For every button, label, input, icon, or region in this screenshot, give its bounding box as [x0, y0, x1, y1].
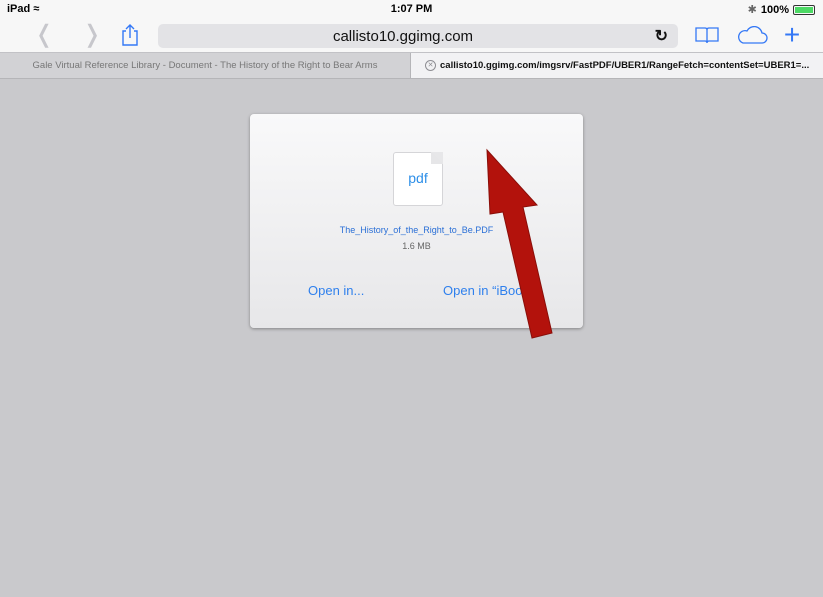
new-tab-button[interactable]: +: [780, 21, 804, 49]
share-icon: [122, 24, 138, 46]
clock: 1:07 PM: [390, 3, 433, 15]
url-text: callisto10.ggimg.com: [332, 28, 474, 45]
forward-button[interactable]: ❭: [82, 22, 102, 48]
browser-toolbar: ❬ ❭ callisto10.ggimg.com ↻ +: [0, 18, 823, 52]
share-button[interactable]: [118, 22, 142, 48]
battery-icon: [793, 4, 815, 15]
pdf-file-icon: pdf: [393, 152, 443, 206]
address-bar[interactable]: callisto10.ggimg.com ↻: [158, 24, 678, 48]
pdf-icon-label: pdf: [408, 170, 428, 186]
bluetooth-icon: ✱: [747, 4, 757, 16]
bookmarks-button[interactable]: [694, 22, 720, 48]
status-right: ✱ 100%: [748, 3, 815, 16]
tab-label: Gale Virtual Reference Library - Documen…: [32, 60, 378, 71]
file-size: 1.6 MB: [402, 241, 431, 251]
battery-percent: 100%: [760, 3, 789, 16]
download-dialog: pdf The_History_of_the_Right_to_Be.PDF 1…: [250, 114, 583, 328]
open-in-ibooks-button[interactable]: Open in “iBooks”: [443, 283, 540, 298]
book-icon: [695, 27, 719, 44]
back-button[interactable]: ❬: [34, 22, 54, 48]
icloud-tabs-button[interactable]: [736, 22, 768, 48]
status-bar: iPad ≈ 1:07 PM ✱ 100%: [0, 0, 823, 18]
tab-pdf[interactable]: ✕ callisto10.ggimg.com/imgsrv/FastPDF/UBE…: [410, 53, 823, 78]
tab-label: callisto10.ggimg.com/imgsrv/FastPDF/UBER…: [440, 60, 810, 71]
tab-bar: Gale Virtual Reference Library - Documen…: [0, 52, 823, 79]
cloud-icon: [738, 25, 768, 44]
close-tab-icon[interactable]: ✕: [425, 59, 436, 71]
file-name: The_History_of_the_Right_to_Be.PDF: [339, 225, 494, 235]
open-in-button[interactable]: Open in...: [308, 283, 364, 298]
tab-gale-document[interactable]: Gale Virtual Reference Library - Documen…: [0, 53, 410, 78]
reload-button[interactable]: ↻: [655, 26, 668, 46]
